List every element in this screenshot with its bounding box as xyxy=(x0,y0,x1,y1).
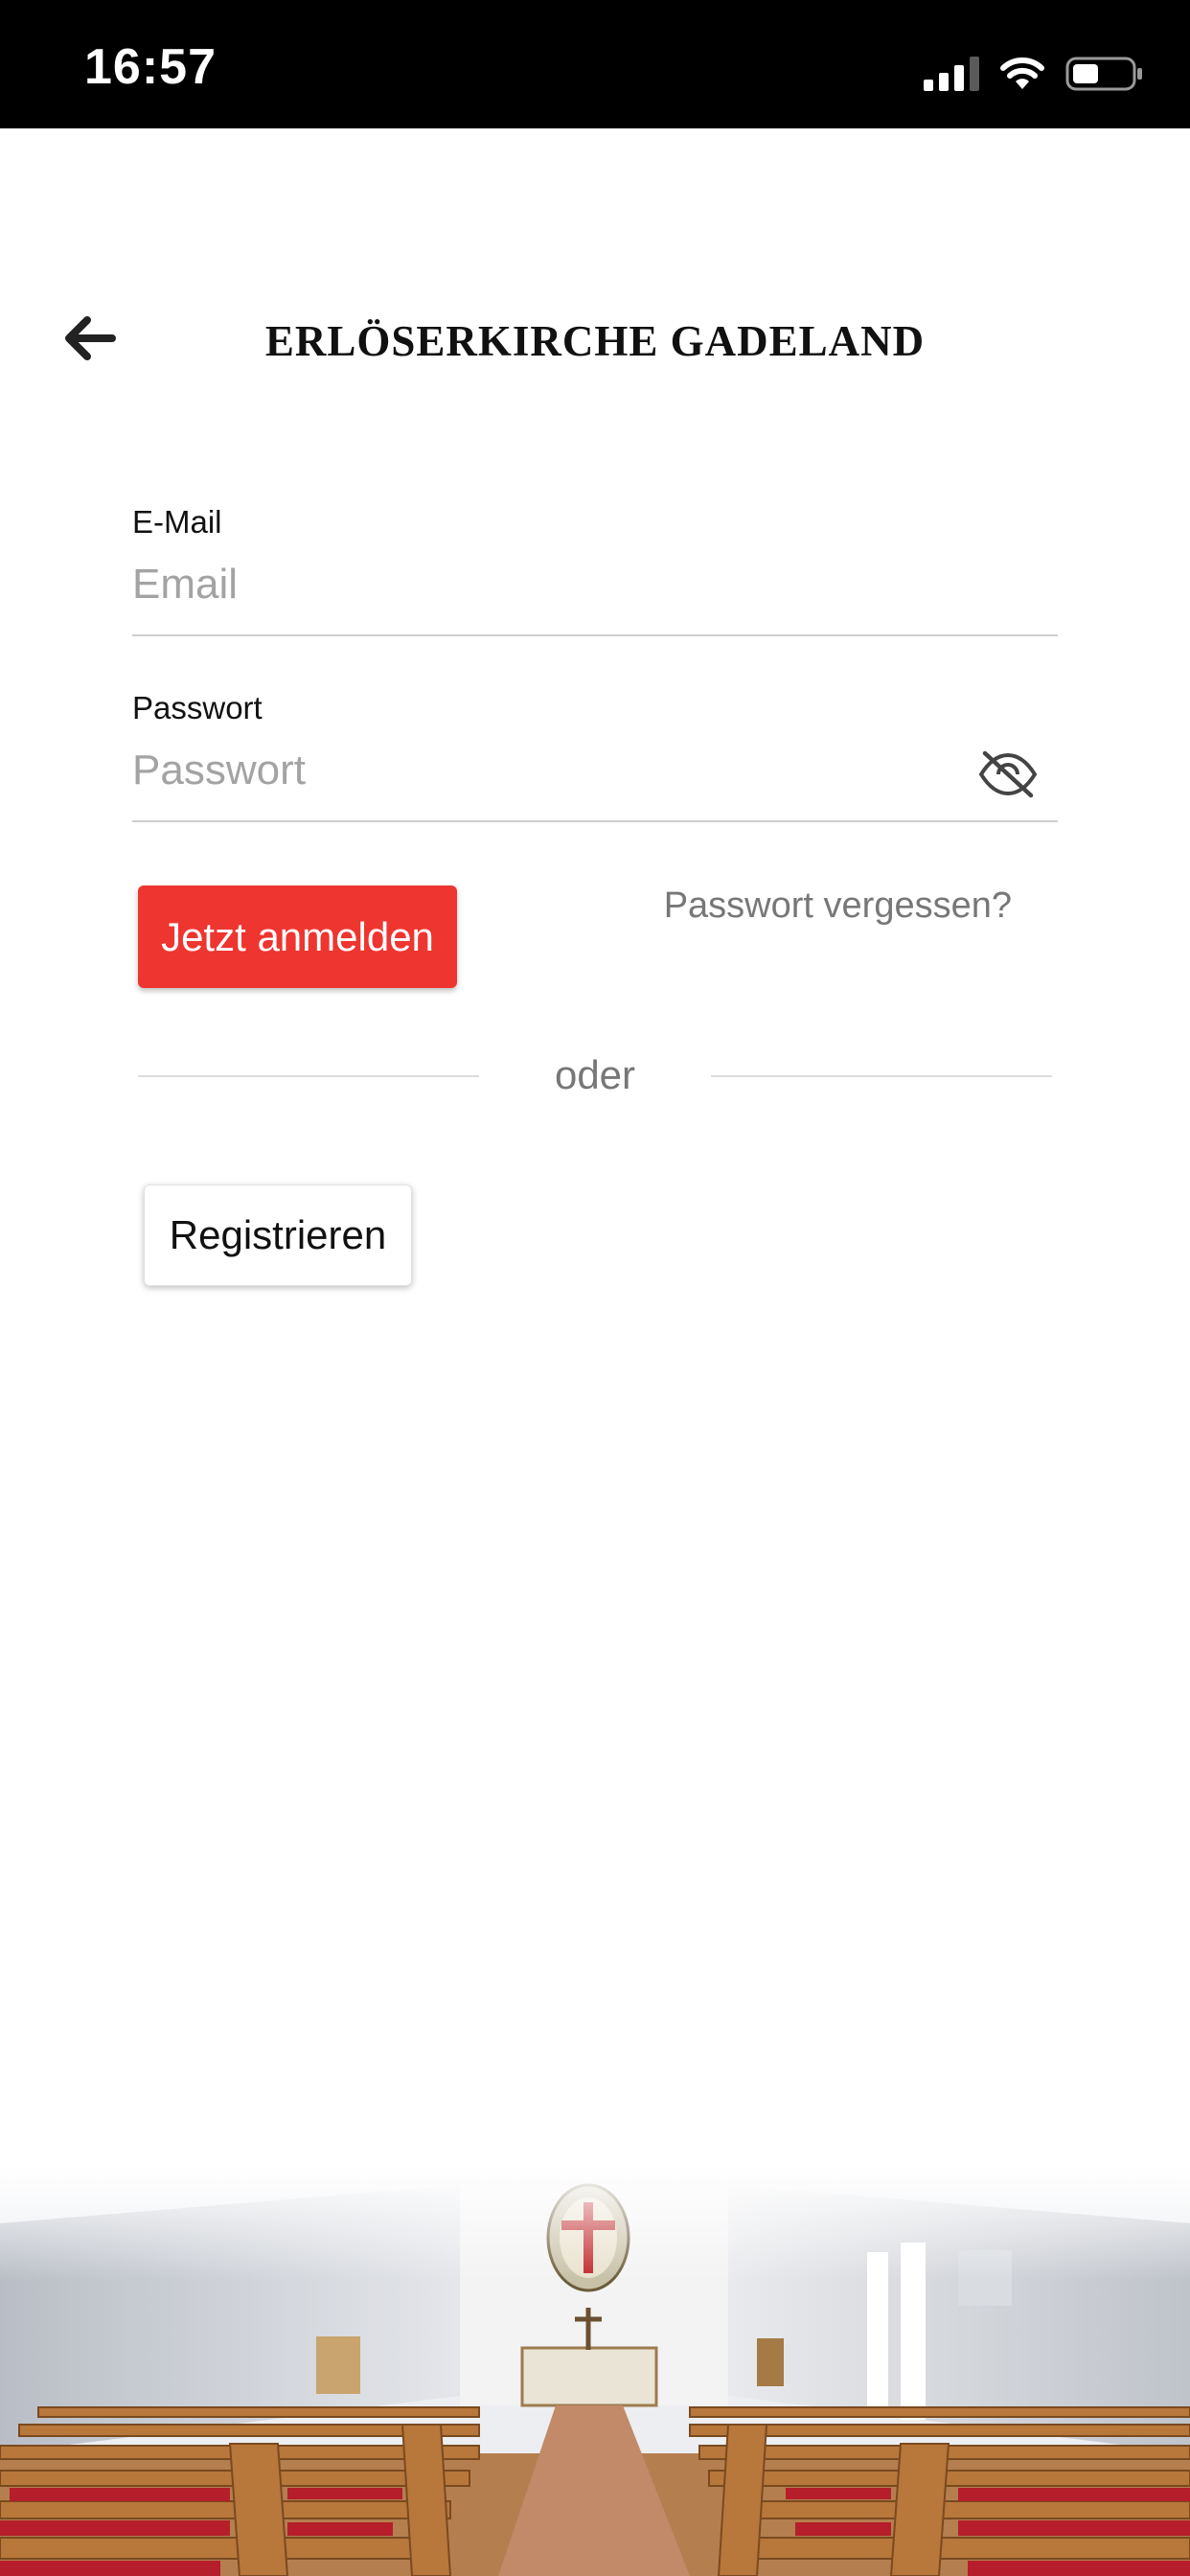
eye-off-icon xyxy=(978,750,1038,798)
forgot-password-link[interactable]: Passwort vergessen? xyxy=(664,886,1012,927)
password-field: Passwort xyxy=(132,690,1058,822)
status-time: 16:57 xyxy=(84,39,217,95)
password-row xyxy=(132,734,1058,807)
wifi-icon xyxy=(1000,58,1044,89)
email-field: E-Mail xyxy=(132,504,1058,636)
password-input[interactable] xyxy=(132,734,1058,807)
church-interior-image xyxy=(0,2166,1190,2576)
email-label: E-Mail xyxy=(132,504,222,540)
divider-line-right xyxy=(711,1075,1052,1077)
password-label: Passwort xyxy=(132,690,263,725)
email-underline xyxy=(132,634,1058,636)
arrow-left-icon xyxy=(65,316,116,360)
status-icons xyxy=(924,50,1144,98)
email-input[interactable] xyxy=(132,548,1058,621)
login-button[interactable]: Jetzt anmelden xyxy=(138,886,457,988)
password-visibility-toggle[interactable] xyxy=(977,748,1039,801)
status-bar: 16:57 xyxy=(0,0,1190,128)
back-button[interactable] xyxy=(57,307,121,370)
battery-icon xyxy=(1065,57,1142,91)
app-title: ERLÖSERKIRCHE GADELAND xyxy=(264,317,926,365)
register-button[interactable]: Registrieren xyxy=(144,1184,412,1286)
or-divider: oder xyxy=(138,1052,1052,1100)
password-underline xyxy=(132,820,1058,822)
signal-icon xyxy=(924,57,979,91)
